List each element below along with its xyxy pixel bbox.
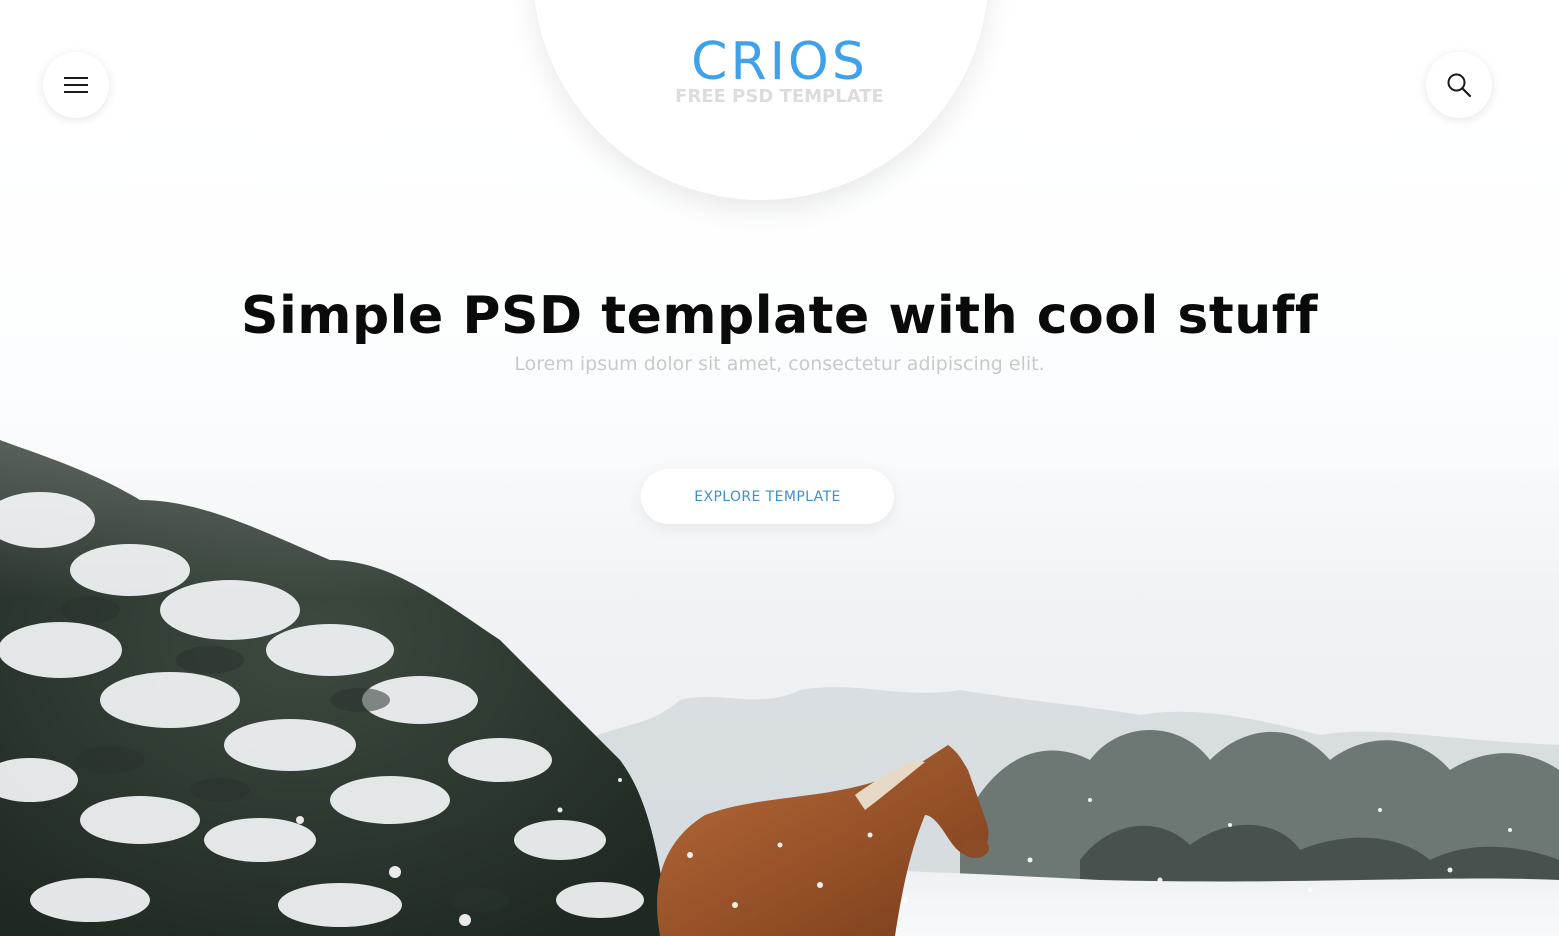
brand-logo[interactable]: CRIOS bbox=[0, 34, 1559, 90]
hero-subtitle: Lorem ipsum dolor sit amet, consectetur … bbox=[514, 353, 1045, 375]
brand-tagline: FREE PSD TEMPLATE bbox=[675, 86, 884, 107]
menu-button[interactable] bbox=[43, 52, 109, 118]
hamburger-menu-icon bbox=[64, 77, 88, 93]
search-button[interactable] bbox=[1426, 52, 1492, 118]
search-icon bbox=[1447, 73, 1472, 98]
hero-section: CRIOS FREE PSD TEMPLATE Simple PSD templ… bbox=[0, 0, 1559, 936]
hero-title: Simple PSD template with cool stuff bbox=[241, 286, 1318, 346]
explore-template-button[interactable]: EXPLORE TEMPLATE bbox=[641, 469, 894, 524]
